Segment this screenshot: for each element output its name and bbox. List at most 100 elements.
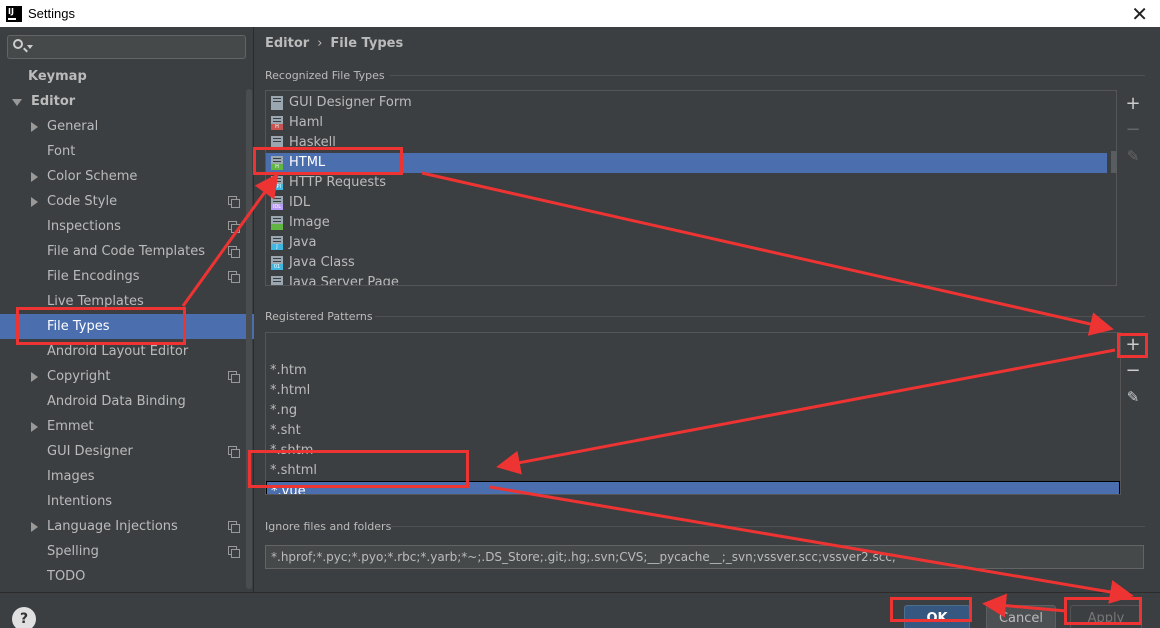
- sidebar-item-code-style[interactable]: Code Style: [0, 189, 254, 214]
- registered-patterns-list[interactable]: *.htm *.html *.ng *.sht *.shtm *.shtml *.vue: [265, 332, 1121, 495]
- breadcrumb-parent: Editor: [265, 36, 310, 51]
- sidebar-item-font[interactable]: Font: [0, 139, 254, 164]
- pattern-row[interactable]: *.shtml: [266, 461, 1120, 481]
- pattern-row[interactable]: *.shtm: [266, 441, 1120, 461]
- project-scope-icon: [228, 196, 240, 208]
- file-types-panel: Editor › File Types Recognized File Types …: [255, 27, 1160, 592]
- file-type-row[interactable]: J Java: [266, 233, 1116, 253]
- remove-pattern-button[interactable]: −: [1121, 360, 1145, 382]
- file-type-icon: J: [271, 236, 283, 250]
- sidebar-item-label: Copyright: [47, 369, 111, 384]
- sidebar-item-color-scheme[interactable]: Color Scheme: [0, 164, 254, 189]
- file-type-icon: API: [271, 176, 283, 190]
- file-type-row[interactable]: 01 Java Class: [266, 253, 1116, 273]
- ignore-files-input[interactable]: *.hprof;*.pyc;*.pyo;*.rbc;*.yarb;*~;.DS_…: [265, 545, 1144, 569]
- sidebar-item-label: File and Code Templates: [47, 244, 205, 259]
- sidebar-item-emmet[interactable]: Emmet: [0, 414, 254, 439]
- pattern-row[interactable]: *.html: [266, 381, 1120, 401]
- file-type-icon-tag: 01: [271, 264, 283, 270]
- pattern-row[interactable]: *.ng: [266, 401, 1120, 421]
- file-type-name: HTML: [289, 155, 326, 170]
- file-type-icon-tag: [271, 284, 283, 285]
- sidebar-item-spelling[interactable]: Spelling: [0, 539, 254, 564]
- edit-file-type-button[interactable]: ✎: [1121, 145, 1145, 167]
- file-type-name: Haml: [289, 115, 324, 130]
- recognized-scrollbar[interactable]: [1111, 151, 1117, 173]
- help-button[interactable]: ?: [12, 607, 36, 628]
- sidebar-item-file-types[interactable]: File Types: [0, 314, 254, 339]
- sidebar-item-live-templates[interactable]: Live Templates: [0, 289, 254, 314]
- apply-button[interactable]: Apply: [1070, 605, 1142, 628]
- section-divider: [390, 75, 1145, 76]
- file-type-row[interactable]: Image: [266, 213, 1116, 233]
- settings-sidebar: Keymap Editor General Font Color Scheme Code …: [0, 27, 254, 592]
- file-type-icon-tag: [271, 104, 283, 110]
- sidebar-item-general[interactable]: General: [0, 114, 254, 139]
- chevron-right-icon[interactable]: [31, 197, 38, 207]
- sidebar-item-intentions[interactable]: Intentions: [0, 489, 254, 514]
- file-type-icon-tag: J: [271, 244, 283, 250]
- file-type-name: Image: [289, 215, 330, 230]
- ignore-files-title: Ignore files and folders: [265, 520, 392, 533]
- chevron-down-icon[interactable]: [27, 45, 33, 49]
- sidebar-item-label: Editor: [31, 94, 76, 109]
- sidebar-item-label: General: [47, 119, 99, 134]
- file-type-icon: IDL: [271, 196, 283, 210]
- close-icon[interactable]: ✕: [1131, 2, 1148, 26]
- sidebar-item-label: Language Injections: [47, 519, 178, 534]
- file-type-icon: H: [271, 116, 283, 130]
- file-type-row[interactable]: Java Server Page: [266, 273, 1116, 286]
- sidebar-item-file-and-code-templates[interactable]: File and Code Templates: [0, 239, 254, 264]
- chevron-right-icon[interactable]: [31, 522, 38, 532]
- chevron-right-icon[interactable]: [31, 422, 38, 432]
- edit-pattern-button[interactable]: ✎: [1121, 386, 1145, 408]
- sidebar-item-todo[interactable]: TODO: [0, 564, 254, 589]
- file-type-icon-tag: API: [271, 184, 283, 190]
- search-field[interactable]: [7, 35, 246, 59]
- sidebar-item-copyright[interactable]: Copyright: [0, 364, 254, 389]
- file-type-row[interactable]: Haskell: [266, 133, 1116, 153]
- file-type-row[interactable]: API HTTP Requests: [266, 173, 1116, 193]
- sidebar-item-images[interactable]: Images: [0, 464, 254, 489]
- chevron-right-icon[interactable]: [31, 122, 38, 132]
- sidebar-item-label: TODO: [47, 569, 86, 584]
- sidebar-item-file-encodings[interactable]: File Encodings: [0, 264, 254, 289]
- chevron-right-icon[interactable]: [31, 372, 38, 382]
- pattern-text: *.vue: [271, 484, 306, 495]
- breadcrumb-current: File Types: [330, 36, 404, 51]
- breadcrumb-separator: ›: [317, 36, 323, 51]
- file-type-row[interactable]: H Haml: [266, 113, 1116, 133]
- remove-file-type-button[interactable]: −: [1121, 119, 1145, 141]
- file-type-name: Java Class: [289, 255, 355, 270]
- sidebar-item-gui-designer[interactable]: GUI Designer: [0, 439, 254, 464]
- file-type-row[interactable]: IDL IDL: [266, 193, 1116, 213]
- sidebar-item-android-data-binding[interactable]: Android Data Binding: [0, 389, 254, 414]
- add-file-type-button[interactable]: +: [1121, 93, 1145, 115]
- sidebar-scrollbar[interactable]: [246, 89, 252, 589]
- project-scope-icon: [228, 546, 240, 558]
- ok-button[interactable]: OK: [904, 605, 970, 628]
- pattern-row[interactable]: *.htm: [266, 361, 1120, 381]
- project-scope-icon: [228, 446, 240, 458]
- file-type-icon: 01: [271, 256, 283, 270]
- file-type-row[interactable]: GUI Designer Form: [266, 93, 1116, 113]
- pattern-row[interactable]: *.sht: [266, 421, 1120, 441]
- chevron-down-icon[interactable]: [12, 99, 22, 106]
- add-pattern-button[interactable]: +: [1121, 334, 1145, 356]
- file-type-icon-tag: H: [271, 124, 283, 130]
- section-divider: [391, 526, 1145, 527]
- cancel-button[interactable]: Cancel: [986, 605, 1056, 628]
- chevron-right-icon[interactable]: [31, 172, 38, 182]
- sidebar-item-android-layout-editor[interactable]: Android Layout Editor: [0, 339, 254, 364]
- sidebar-item-editor[interactable]: Editor: [0, 89, 254, 114]
- file-type-name: Java Server Page: [289, 275, 399, 286]
- file-type-icon: [271, 136, 283, 150]
- sidebar-item-keymap[interactable]: Keymap: [0, 64, 254, 89]
- file-type-row[interactable]: H HTML: [266, 153, 1107, 173]
- sidebar-item-inspections[interactable]: Inspections: [0, 214, 254, 239]
- sidebar-item-language-injections[interactable]: Language Injections: [0, 514, 254, 539]
- pattern-text: *.ng: [270, 403, 298, 418]
- recognized-file-types-list[interactable]: GUI Designer Form H Haml Haskell H HTML API HTT…: [265, 90, 1117, 286]
- file-type-icon: [271, 276, 283, 285]
- pattern-row[interactable]: *.vue: [266, 481, 1120, 495]
